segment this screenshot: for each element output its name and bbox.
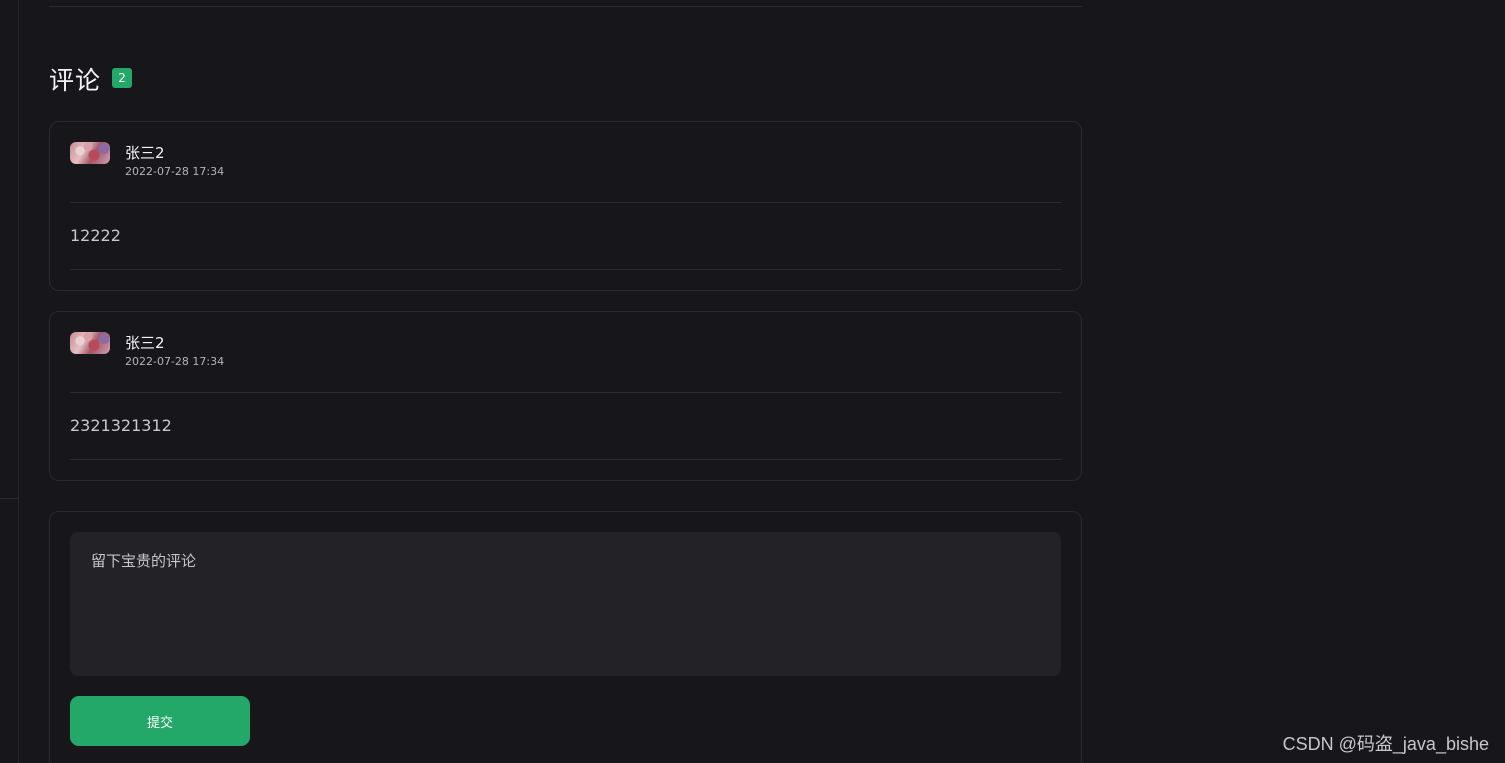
comment-form: 提交 <box>49 511 1082 763</box>
comment-text: 12222 <box>70 226 121 245</box>
comment-card: 张三2 2022-07-28 17:34 2321321312 <box>49 311 1082 481</box>
left-rail <box>0 0 19 763</box>
comment-author: 张三2 <box>125 144 165 162</box>
card-divider <box>70 459 1061 460</box>
avatar <box>70 332 110 354</box>
avatar <box>70 142 110 164</box>
comments-title: 评论 <box>49 66 102 95</box>
card-divider <box>70 392 1061 393</box>
section-divider <box>49 6 1082 7</box>
comment-time: 2022-07-28 17:34 <box>125 355 225 368</box>
submit-button[interactable]: 提交 <box>70 696 250 746</box>
comment-time: 2022-07-28 17:34 <box>125 165 225 178</box>
comments-heading: 评论 2 <box>49 62 133 96</box>
left-rail-divider <box>0 498 18 499</box>
comment-author: 张三2 <box>125 334 165 352</box>
comment-text: 2321321312 <box>70 416 172 435</box>
page: 评论 2 张三2 2022-07-28 17:34 12222 张三2 2022… <box>0 0 1505 763</box>
watermark: CSDN @码盗_java_bishe <box>1282 734 1489 754</box>
card-divider <box>70 202 1061 203</box>
comment-card: 张三2 2022-07-28 17:34 12222 <box>49 121 1082 291</box>
comment-count-badge: 2 <box>112 68 133 88</box>
comment-input[interactable] <box>70 532 1061 676</box>
card-divider <box>70 269 1061 270</box>
